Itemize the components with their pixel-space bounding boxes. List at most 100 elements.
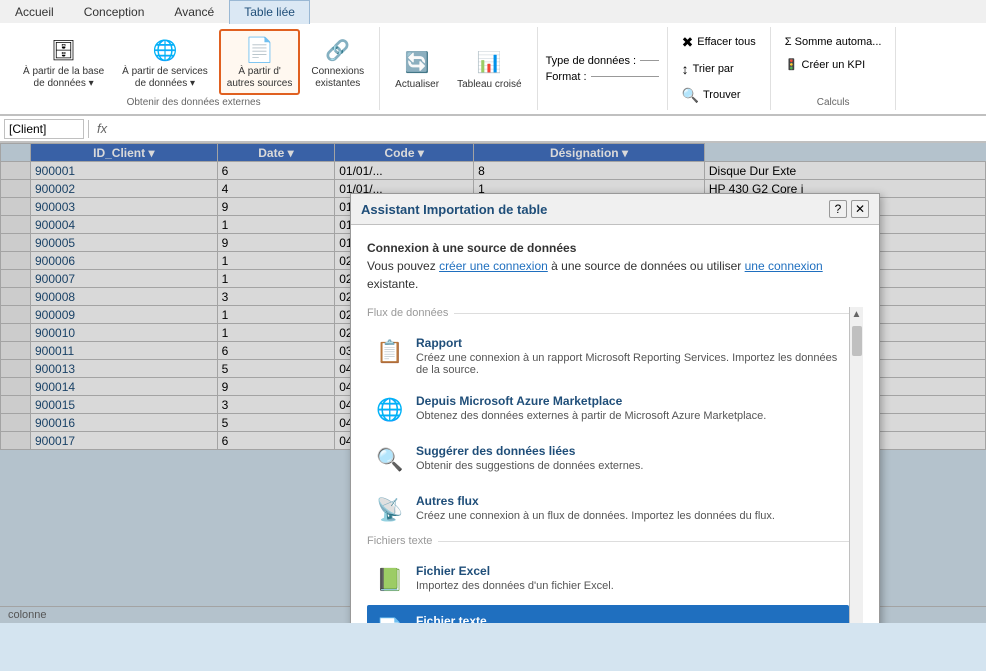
suggest-title: Suggérer des données liées [416, 444, 842, 458]
existing-conn-button[interactable]: 🔗 Connexionsexistantes [304, 30, 371, 94]
excel-icon: 📗 [374, 564, 406, 596]
ribbon-group-sortfilter: ✖ Effacer tous ↕ Trier par 🔍 Trouver [668, 27, 771, 110]
excel-title: Fichier Excel [416, 564, 842, 578]
tab-table-liee[interactable]: Table liée [229, 0, 310, 24]
dialog-items-list: Flux de données 📋 Rapport Créez une conn… [367, 307, 849, 623]
from-services-icon: 🌐 [149, 34, 181, 66]
sort-button[interactable]: ↕ Trier par [676, 58, 740, 80]
calculs-label: Calculs [817, 97, 850, 108]
other-flux-desc: Créez une connexion à un flux de données… [416, 510, 842, 522]
ribbon-group-calculs: Σ Somme automa... 🚦 Créer un KPI Calculs [771, 27, 897, 110]
sort-icon: ↕ [682, 61, 689, 77]
name-box[interactable] [4, 119, 84, 139]
pivot-icon: 📊 [473, 47, 505, 79]
from-db-button[interactable]: 🗄 À partir de la basede données ▾ [16, 30, 111, 94]
import-dialog: Assistant Importation de table ? ✕ Conne… [350, 193, 880, 623]
dialog-help-button[interactable]: ? [829, 200, 847, 218]
item-excel[interactable]: 📗 Fichier Excel Importez des données d'u… [367, 555, 849, 605]
rapport-desc: Créez une connexion à un rapport Microso… [416, 352, 842, 376]
suggest-content: Suggérer des données liées Obtenir des s… [416, 444, 842, 472]
azure-icon: 🌐 [374, 394, 406, 426]
format-label: Format : [546, 71, 587, 83]
suggest-desc: Obtenir des suggestions de données exter… [416, 460, 842, 472]
section-fichiers-title: Fichiers texte [367, 535, 849, 547]
item-rapport[interactable]: 📋 Rapport Créez une connexion à un rappo… [367, 327, 849, 385]
clear-all-button[interactable]: ✖ Effacer tous [676, 31, 762, 54]
calculs-buttons: Σ Somme automa... 🚦 Créer un KPI [779, 29, 888, 74]
azure-content: Depuis Microsoft Azure Marketplace Obten… [416, 394, 842, 422]
spreadsheet-area: ID_Client ▾ Date ▾ Code ▾ Désignation ▾ … [0, 143, 986, 623]
dialog-close-button[interactable]: ✕ [851, 200, 869, 218]
datatype-row: Type de données : [546, 55, 659, 67]
suggest-icon: 🔍 [374, 444, 406, 476]
intro-desc-post: existante. [367, 277, 418, 291]
find-label: Trouver [703, 89, 741, 101]
find-button[interactable]: 🔍 Trouver [676, 84, 747, 107]
update-label: Actualiser [395, 79, 439, 91]
rapport-title: Rapport [416, 336, 842, 350]
other-flux-icon: 📡 [374, 494, 406, 526]
from-services-button[interactable]: 🌐 À partir de servicesde données ▾ [115, 30, 215, 94]
intro-link-create[interactable]: créer une connexion [439, 259, 548, 273]
intro-link-use[interactable]: une connexion [745, 259, 823, 273]
datatype-label: Type de données : [546, 55, 637, 67]
sortfilter-buttons: ✖ Effacer tous ↕ Trier par 🔍 Trouver [676, 29, 762, 108]
format-row: Format : [546, 71, 659, 83]
ribbon-action-buttons: 🔄 Actualiser 📊 Tableau croisé [388, 29, 528, 108]
formula-bar: fx [0, 116, 986, 142]
clear-all-icon: ✖ [682, 34, 694, 51]
dialog-body: Connexion à une source de données Vous p… [351, 225, 879, 623]
update-button[interactable]: 🔄 Actualiser [388, 43, 446, 95]
item-suggest[interactable]: 🔍 Suggérer des données liées Obtenir des… [367, 435, 849, 485]
existing-conn-icon: 🔗 [322, 34, 354, 66]
create-kpi-button[interactable]: 🚦 Créer un KPI [779, 55, 888, 74]
tab-accueil[interactable]: Accueil [0, 0, 69, 23]
find-icon: 🔍 [682, 87, 699, 104]
pivot-button[interactable]: 📊 Tableau croisé [450, 43, 528, 95]
formula-separator [88, 120, 89, 138]
texte-icon: 📄 [374, 614, 406, 623]
azure-desc: Obtenez des données externes à partir de… [416, 410, 842, 422]
sum-auto-button[interactable]: Σ Somme automa... [779, 33, 888, 51]
dialog-titlebar: Assistant Importation de table ? ✕ [351, 194, 879, 225]
scroll-up-arrow[interactable]: ▲ [850, 307, 863, 322]
from-other-icon: 📄 [244, 34, 276, 66]
intro-title: Connexion à une source de données [367, 241, 576, 255]
item-azure[interactable]: 🌐 Depuis Microsoft Azure Marketplace Obt… [367, 385, 849, 435]
kpi-label: 🚦 Créer un KPI [785, 58, 865, 71]
from-db-icon: 🗄 [48, 34, 80, 66]
excel-content: Fichier Excel Importez des données d'un … [416, 564, 842, 592]
rapport-content: Rapport Créez une connexion à un rapport… [416, 336, 842, 376]
other-flux-title: Autres flux [416, 494, 842, 508]
ribbon-group-datatype: Type de données : Format : [538, 27, 668, 110]
texte-title: Fichier texte [416, 614, 842, 623]
section-flux-title: Flux de données [367, 307, 849, 319]
pivot-label: Tableau croisé [457, 79, 521, 91]
rapport-icon: 📋 [374, 336, 406, 368]
texte-content: Fichier texte Importez des données à par… [416, 614, 842, 623]
tab-conception[interactable]: Conception [69, 0, 160, 23]
update-icon: 🔄 [401, 47, 433, 79]
scroll-thumb[interactable] [852, 326, 862, 356]
from-other-button[interactable]: 📄 À partir d'autres sources [219, 29, 301, 95]
clear-all-label: Effacer tous [697, 36, 756, 48]
item-other-flux[interactable]: 📡 Autres flux Créez une connexion à un f… [367, 485, 849, 535]
formula-input[interactable] [111, 122, 982, 136]
from-db-label: À partir de la basede données ▾ [23, 66, 104, 90]
dialog-scroll-container: Flux de données 📋 Rapport Créez une conn… [367, 307, 863, 623]
dialog-controls: ? ✕ [829, 200, 869, 218]
dialog-title: Assistant Importation de table [361, 202, 547, 217]
excel-desc: Importez des données d'un fichier Excel. [416, 580, 842, 592]
formula-fx-icon: fx [97, 121, 107, 136]
external-group-label: Obtenir des données externes [127, 97, 261, 108]
intro-desc-mid: à une source de données ou utiliser [548, 259, 745, 273]
from-other-label: À partir d'autres sources [227, 66, 293, 90]
ribbon-external-buttons: 🗄 À partir de la basede données ▾ 🌐 À pa… [16, 29, 371, 95]
ribbon-group-actions: 🔄 Actualiser 📊 Tableau croisé [380, 27, 537, 110]
sum-label: Σ Somme automa... [785, 36, 882, 48]
ribbon-group-external: 🗄 À partir de la basede données ▾ 🌐 À pa… [8, 27, 380, 110]
tab-avance[interactable]: Avancé [159, 0, 229, 23]
item-texte[interactable]: 📄 Fichier texte Importez des données à p… [367, 605, 849, 623]
ribbon: Accueil Conception Avancé Table liée 🗄 À… [0, 0, 986, 143]
dialog-scrollbar[interactable]: ▲ ▼ [849, 307, 863, 623]
